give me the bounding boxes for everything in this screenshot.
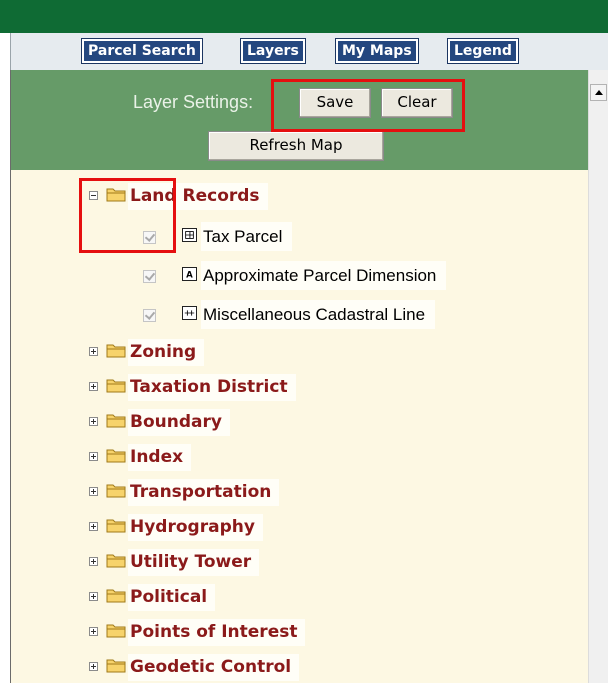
folder-icon [106, 414, 126, 428]
group-label[interactable]: Hydrography [128, 514, 263, 541]
folder-icon [106, 554, 126, 568]
layer-settings-bar: Layer Settings: Save Clear Refresh Map [11, 70, 588, 170]
layer-checkbox[interactable] [143, 270, 156, 283]
tab-layers[interactable]: Layers [240, 38, 306, 64]
tree-group-transportation[interactable]: Transportation [89, 478, 389, 506]
tree-group-zoning[interactable]: Zoning [89, 338, 349, 366]
nav-tab-bar: Parcel Search Layers My Maps Legend [10, 33, 608, 70]
layers-panel: Layer Settings: Save Clear Refresh Map L… [10, 70, 588, 683]
tree-group-boundary[interactable]: Boundary [89, 408, 349, 436]
tree-group-political[interactable]: Political [89, 583, 349, 611]
folder-icon [106, 484, 126, 498]
refresh-map-button[interactable]: Refresh Map [208, 131, 384, 161]
folder-icon [106, 589, 126, 603]
expand-icon[interactable] [89, 417, 98, 426]
tree-group-hydrography[interactable]: Hydrography [89, 513, 389, 541]
tree-group-land-records[interactable]: Land Records [89, 182, 349, 210]
layer-item-approximate-parcel-dimension: A Approximate Parcel Dimension [143, 261, 523, 290]
folder-icon [106, 379, 126, 393]
folder-icon [106, 344, 126, 358]
group-label[interactable]: Index [128, 444, 192, 471]
collapse-icon[interactable] [89, 191, 98, 200]
layer-label: Approximate Parcel Dimension [201, 261, 447, 290]
tree-group-points-of-interest[interactable]: Points of Interest [89, 618, 409, 646]
annotation-a-icon: A [182, 267, 197, 281]
folder-open-icon [106, 188, 126, 202]
save-button[interactable]: Save [299, 88, 371, 118]
layer-label: Tax Parcel [201, 222, 293, 251]
expand-icon[interactable] [89, 452, 98, 461]
vertical-scrollbar[interactable] [588, 70, 608, 683]
expand-icon[interactable] [89, 347, 98, 356]
tree-group-geodetic-control[interactable]: Geodetic Control [89, 653, 409, 681]
expand-icon[interactable] [89, 627, 98, 636]
expand-icon[interactable] [89, 522, 98, 531]
tab-my-maps[interactable]: My Maps [335, 38, 419, 64]
clear-button[interactable]: Clear [381, 88, 453, 118]
layer-item-tax-parcel: Tax Parcel [143, 222, 343, 251]
group-label[interactable]: Transportation [128, 479, 280, 506]
svg-text:A: A [186, 270, 193, 280]
header-bar [0, 0, 608, 33]
expand-icon[interactable] [89, 592, 98, 601]
line-layer-icon [182, 306, 197, 320]
tree-group-taxation-district[interactable]: Taxation District [89, 373, 389, 401]
layer-settings-label: Layer Settings: [133, 92, 254, 112]
group-label[interactable]: Boundary [128, 409, 230, 436]
tab-legend[interactable]: Legend [447, 38, 519, 64]
parcel-layer-icon [182, 228, 197, 242]
group-label[interactable]: Political [128, 584, 216, 611]
group-label[interactable]: Points of Interest [128, 619, 306, 646]
layer-item-miscellaneous-cadastral-line: Miscellaneous Cadastral Line [143, 300, 523, 329]
group-label[interactable]: Utility Tower [128, 549, 260, 576]
expand-icon[interactable] [89, 487, 98, 496]
folder-icon [106, 659, 126, 673]
group-label[interactable]: Taxation District [128, 374, 296, 401]
group-label[interactable]: Geodetic Control [128, 654, 300, 681]
expand-icon[interactable] [89, 662, 98, 671]
layer-label: Miscellaneous Cadastral Line [201, 300, 436, 329]
group-label[interactable]: Land Records [128, 183, 268, 210]
folder-icon [106, 624, 126, 638]
expand-icon[interactable] [89, 382, 98, 391]
tree-group-utility-tower[interactable]: Utility Tower [89, 548, 389, 576]
folder-icon [106, 449, 126, 463]
scroll-up-icon[interactable] [590, 84, 607, 101]
folder-icon [106, 519, 126, 533]
tree-group-index[interactable]: Index [89, 443, 349, 471]
tab-parcel-search[interactable]: Parcel Search [81, 38, 203, 64]
layer-checkbox[interactable] [143, 309, 156, 322]
expand-icon[interactable] [89, 557, 98, 566]
group-label[interactable]: Zoning [128, 339, 205, 366]
layer-checkbox[interactable] [143, 231, 156, 244]
